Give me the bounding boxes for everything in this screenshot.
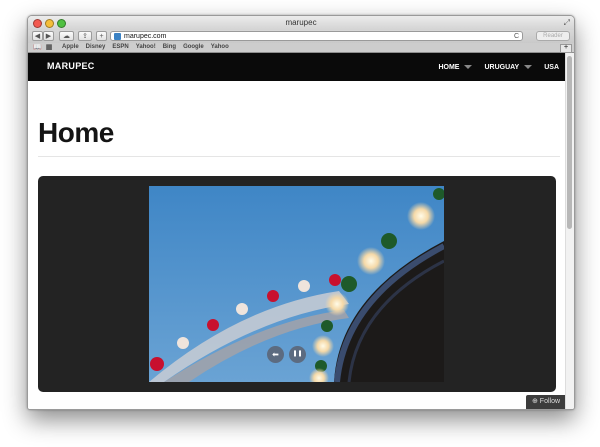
browser-toolbar: ◀ ▶ ☁ ⇪ + marupec.com C Reader bbox=[28, 30, 574, 43]
minimize-window-button[interactable] bbox=[45, 19, 54, 28]
cloud-icon: ☁ bbox=[63, 33, 70, 40]
title-bar: marupec ⤢ bbox=[28, 16, 574, 30]
new-tab-button[interactable]: + bbox=[96, 31, 107, 41]
bookmark-item[interactable]: Yahoo bbox=[211, 43, 229, 52]
page-title: Home bbox=[38, 117, 114, 148]
bookmarks-list: Apple Disney ESPN Yahoo! Bing Google Yah… bbox=[62, 43, 229, 52]
plus-icon: + bbox=[99, 33, 104, 40]
window-controls bbox=[33, 19, 66, 28]
chevron-down-icon bbox=[464, 65, 473, 69]
nav-item-label: USA bbox=[544, 63, 559, 71]
slideshow-prev-button[interactable]: ⬅ bbox=[267, 346, 284, 363]
add-tab-icon[interactable]: + bbox=[560, 44, 572, 53]
bookmark-item[interactable]: Apple bbox=[62, 43, 79, 52]
bookmark-item[interactable]: Yahoo! bbox=[136, 43, 156, 52]
nav-item-label: HOME bbox=[438, 63, 460, 71]
follow-label: Follow bbox=[539, 398, 561, 405]
nav-item-usa[interactable]: USA bbox=[544, 64, 559, 71]
web-page: MARUPEC HOME URUGUAY USA Home ⬅ ❚❚ ⊕ Fol… bbox=[28, 53, 566, 409]
fullscreen-icon[interactable]: ⤢ bbox=[564, 17, 570, 29]
title-divider bbox=[38, 156, 560, 157]
scrollbar-thumb[interactable] bbox=[567, 56, 572, 229]
vertical-scrollbar[interactable] bbox=[565, 53, 574, 409]
forward-button[interactable]: ▶ bbox=[43, 31, 54, 41]
site-logo[interactable]: MARUPEC bbox=[47, 61, 95, 71]
reload-button[interactable]: C bbox=[514, 32, 519, 41]
bookmark-item[interactable]: Google bbox=[183, 43, 204, 52]
slideshow-pause-button[interactable]: ❚❚ bbox=[289, 346, 306, 363]
share-button[interactable]: ⇪ bbox=[78, 31, 92, 41]
chevron-down-icon bbox=[524, 65, 533, 69]
follow-button[interactable]: ⊕ Follow bbox=[526, 395, 566, 409]
nav-item-home[interactable]: HOME bbox=[438, 63, 473, 71]
nav-item-label: URUGUAY bbox=[484, 63, 520, 71]
browser-window: marupec ⤢ ◀ ▶ ☁ ⇪ + marupec.com C Reader… bbox=[27, 15, 575, 410]
window-title: marupec bbox=[285, 18, 317, 27]
zoom-window-button[interactable] bbox=[57, 19, 66, 28]
site-nav: HOME URUGUAY USA bbox=[426, 53, 559, 81]
bookmark-item[interactable]: Bing bbox=[163, 43, 176, 52]
icloud-button[interactable]: ☁ bbox=[59, 31, 74, 41]
back-button[interactable]: ◀ bbox=[32, 31, 43, 41]
slideshow: ⬅ ❚❚ bbox=[38, 176, 556, 392]
close-window-button[interactable] bbox=[33, 19, 42, 28]
site-navbar: MARUPEC HOME URUGUAY USA bbox=[28, 53, 566, 81]
nav-item-uruguay[interactable]: URUGUAY bbox=[484, 63, 533, 71]
bookmark-item[interactable]: ESPN bbox=[112, 43, 128, 52]
bookmarks-icon[interactable]: 📖▦ bbox=[33, 43, 56, 52]
site-favicon-icon bbox=[114, 33, 121, 40]
share-icon: ⇪ bbox=[82, 33, 88, 40]
plus-circle-icon: ⊕ bbox=[531, 398, 538, 405]
address-value: marupec.com bbox=[124, 33, 167, 40]
bookmark-item[interactable]: Disney bbox=[86, 43, 106, 52]
reader-button[interactable]: Reader bbox=[536, 31, 570, 41]
bookmarks-bar: 📖▦ Apple Disney ESPN Yahoo! Bing Google … bbox=[28, 43, 574, 53]
address-bar[interactable]: marupec.com C bbox=[110, 31, 523, 41]
